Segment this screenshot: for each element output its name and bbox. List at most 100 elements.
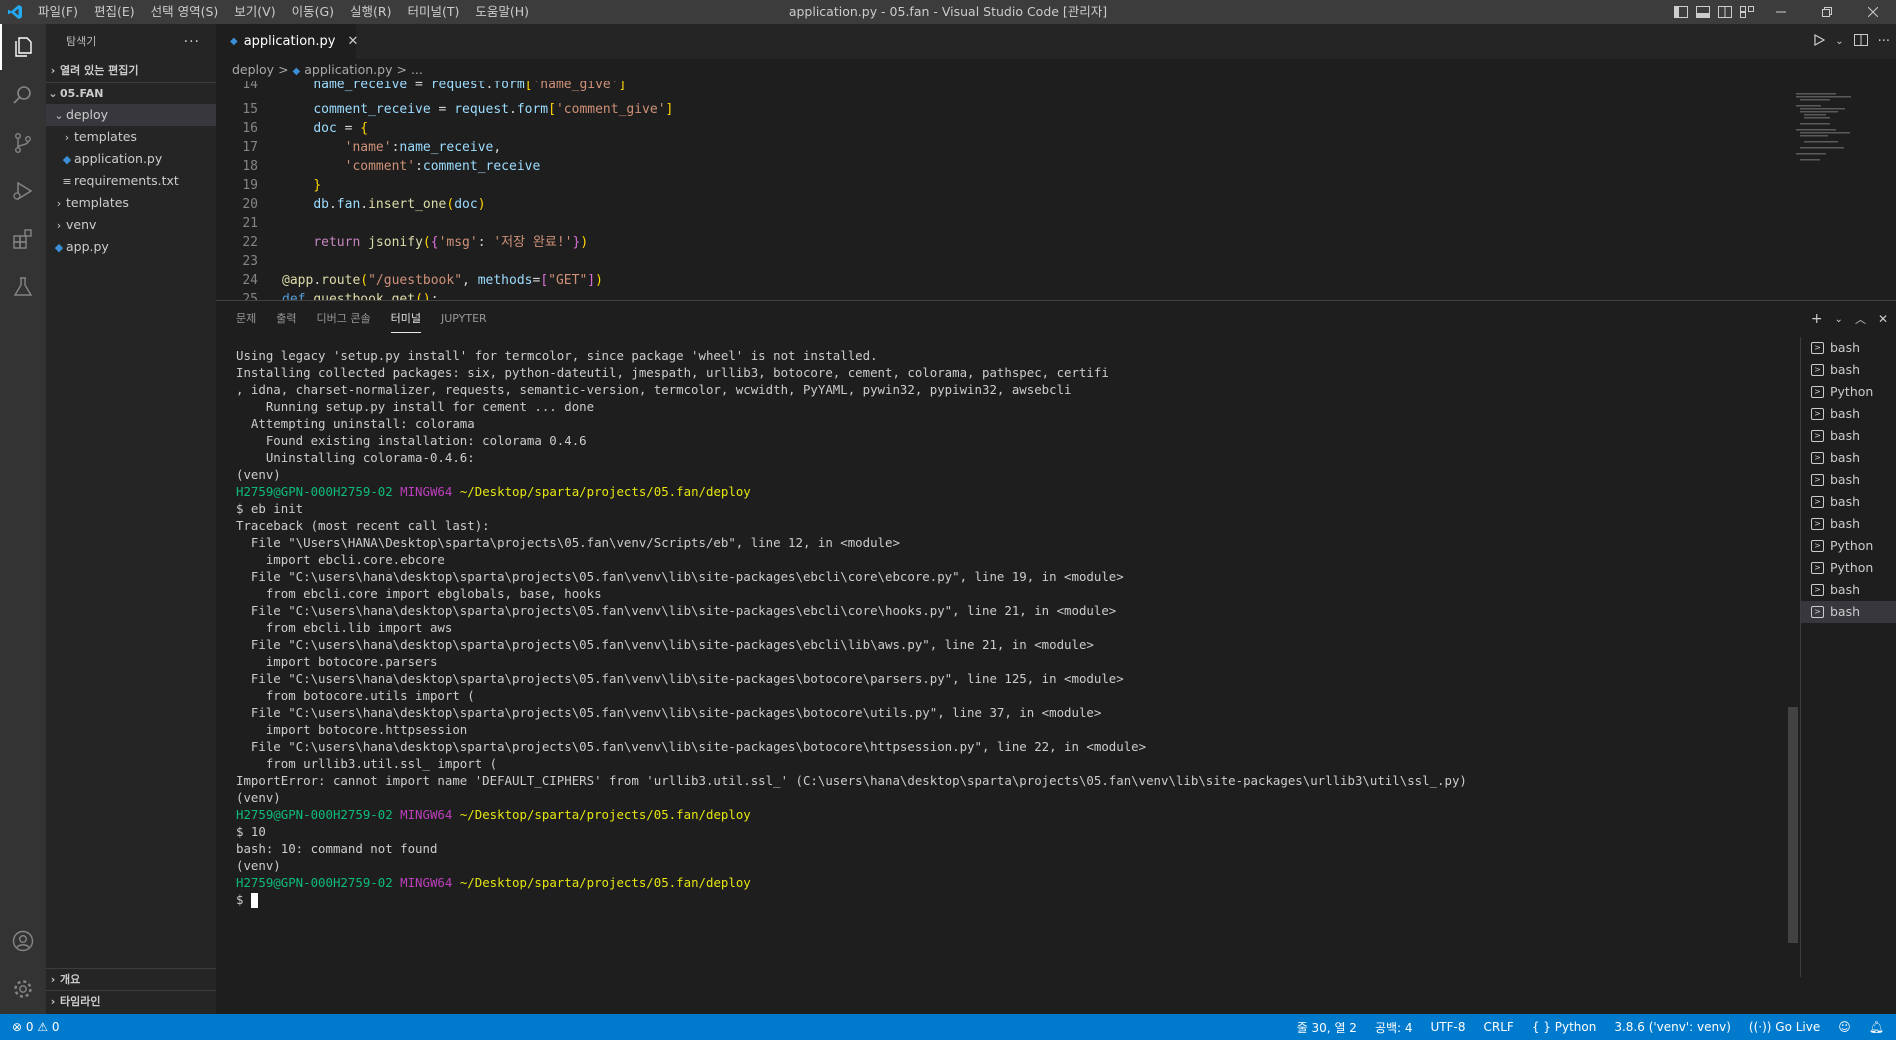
outline-section[interactable]: › 개요 bbox=[46, 968, 216, 991]
python-interpreter-status[interactable]: 3.8.6 ('venv': venv) bbox=[1614, 1020, 1731, 1034]
breadcrumb-folder[interactable]: deploy bbox=[232, 62, 274, 77]
tree-folder-venv[interactable]: › venv bbox=[46, 214, 216, 236]
line-number: 20 bbox=[242, 197, 258, 212]
timeline-section[interactable]: › 타임라인 bbox=[46, 990, 216, 1013]
terminal-item[interactable]: > Python bbox=[1801, 535, 1896, 557]
terminal-input-line[interactable]: $ bbox=[236, 891, 1776, 908]
tree-file-app-py[interactable]: ◆ app.py bbox=[46, 236, 216, 258]
terminal-item[interactable]: > bash bbox=[1801, 579, 1896, 601]
minimap[interactable] bbox=[1786, 81, 1896, 300]
run-python-file-icon[interactable] bbox=[1813, 33, 1826, 50]
broadcast-icon: ((·)) bbox=[1748, 1020, 1772, 1034]
split-editor-icon[interactable] bbox=[1853, 33, 1868, 50]
editor-tabs: ◆ application.py ✕ ⌄ ··· bbox=[216, 24, 1896, 59]
terminal-item[interactable]: > bash bbox=[1801, 359, 1896, 381]
terminal-item[interactable]: > bash bbox=[1801, 513, 1896, 535]
tree-folder-templates-deploy[interactable]: › templates bbox=[46, 126, 216, 148]
account-icon[interactable] bbox=[0, 918, 46, 964]
tab-label: application.py bbox=[243, 34, 336, 49]
chevron-down-icon[interactable]: ⌄ bbox=[1835, 314, 1843, 325]
breadcrumb-file[interactable]: application.py bbox=[304, 62, 392, 77]
go-live-status[interactable]: ((·)) Go Live bbox=[1749, 1020, 1820, 1034]
terminal-prompt: H2759@GPN-000H2759-02 MINGW64 ~/Desktop/… bbox=[236, 483, 1776, 500]
close-panel-icon[interactable]: ✕ bbox=[1878, 312, 1888, 326]
toggle-panel-icon[interactable] bbox=[1692, 0, 1714, 24]
extensions-icon[interactable] bbox=[0, 216, 46, 262]
open-editors-section[interactable]: › 열려 있는 편집기 bbox=[46, 60, 216, 82]
testing-flask-icon[interactable] bbox=[0, 264, 46, 310]
cursor-position-status[interactable]: 줄 30, 열 2 bbox=[1297, 1019, 1357, 1036]
terminal-item-selected[interactable]: > bash bbox=[1801, 601, 1896, 623]
new-terminal-icon[interactable]: + bbox=[1811, 311, 1823, 327]
prompt-path: ~/Desktop/sparta/projects/05.fan/deploy bbox=[459, 875, 751, 890]
close-tab-icon[interactable]: ✕ bbox=[348, 34, 359, 49]
terminal-item[interactable]: > bash bbox=[1801, 491, 1896, 513]
tab-debug-console[interactable]: 디버그 콘솔 bbox=[317, 301, 371, 337]
menu-view[interactable]: 보기(V) bbox=[226, 0, 283, 24]
explorer-icon[interactable] bbox=[0, 24, 46, 70]
terminal-item[interactable]: > bash bbox=[1801, 469, 1896, 491]
restore-icon[interactable] bbox=[1804, 0, 1850, 24]
indentation-status[interactable]: 공백: 4 bbox=[1375, 1019, 1413, 1036]
terminal-item[interactable]: > bash bbox=[1801, 425, 1896, 447]
status-bar: ⊗ 0 ⚠ 0 줄 30, 열 2 공백: 4 UTF-8 CRLF { } P… bbox=[0, 1014, 1896, 1040]
tree-file-application-py[interactable]: ◆ application.py bbox=[46, 148, 216, 170]
tab-terminal[interactable]: 터미널 bbox=[390, 306, 421, 333]
terminal-item[interactable]: > Python bbox=[1801, 557, 1896, 579]
terminal-item[interactable]: > bash bbox=[1801, 447, 1896, 469]
terminal-scrollbar[interactable] bbox=[1788, 707, 1798, 943]
menu-file[interactable]: 파일(F) bbox=[30, 0, 86, 24]
chevron-down-icon[interactable]: ⌄ bbox=[1835, 36, 1843, 47]
tab-application-py[interactable]: ◆ application.py ✕ bbox=[216, 24, 359, 59]
menu-terminal[interactable]: 터미널(T) bbox=[400, 0, 468, 24]
terminal-line: File "C:\users\hana\desktop\sparta\proje… bbox=[236, 739, 1147, 754]
tab-jupyter[interactable]: JUPYTER bbox=[441, 301, 487, 337]
terminal-item[interactable]: > Python bbox=[1801, 381, 1896, 403]
terminal-line: File "C:\users\hana\desktop\sparta\proje… bbox=[236, 705, 1102, 720]
tab-output[interactable]: 출력 bbox=[276, 301, 296, 337]
menu-go[interactable]: 이동(G) bbox=[284, 0, 342, 24]
customize-layout-icon[interactable] bbox=[1736, 0, 1758, 24]
menu-selection[interactable]: 선택 영역(S) bbox=[143, 0, 227, 24]
chevron-right-icon: › bbox=[50, 973, 56, 986]
more-actions-icon[interactable]: ··· bbox=[184, 24, 200, 60]
title-bar: 파일(F) 편집(E) 선택 영역(S) 보기(V) 이동(G) 실행(R) 터… bbox=[0, 0, 1896, 24]
line-number: 19 bbox=[242, 178, 258, 193]
code-editor[interactable]: 14 name_receive = request.form['name_giv… bbox=[216, 81, 1776, 300]
problems-status[interactable]: ⊗ 0 ⚠ 0 bbox=[12, 1020, 60, 1034]
language-mode-status[interactable]: { } Python bbox=[1532, 1020, 1597, 1034]
menu-help[interactable]: 도움말(H) bbox=[467, 0, 537, 24]
search-icon[interactable] bbox=[0, 72, 46, 118]
close-window-icon[interactable] bbox=[1850, 0, 1896, 24]
source-control-icon[interactable] bbox=[0, 120, 46, 166]
tree-folder-templates[interactable]: › templates bbox=[46, 192, 216, 214]
terminal-item[interactable]: > bash bbox=[1801, 337, 1896, 359]
terminal-cursor bbox=[250, 893, 258, 908]
terminal-item-label: bash bbox=[1830, 406, 1861, 421]
chevron-right-icon: › bbox=[64, 131, 70, 144]
menu-run[interactable]: 실행(R) bbox=[342, 0, 399, 24]
eol-status[interactable]: CRLF bbox=[1484, 1020, 1514, 1034]
toggle-secondary-sidebar-icon[interactable] bbox=[1714, 0, 1736, 24]
more-actions-icon[interactable]: ··· bbox=[1878, 34, 1890, 49]
tree-folder-deploy[interactable]: ⌄ deploy bbox=[46, 104, 216, 126]
minimize-icon[interactable] bbox=[1758, 0, 1804, 24]
terminal-output[interactable]: Using legacy 'setup.py install' for term… bbox=[236, 347, 1776, 967]
menu-edit[interactable]: 편집(E) bbox=[86, 0, 143, 24]
toggle-sidebar-icon[interactable] bbox=[1670, 0, 1692, 24]
encoding-status[interactable]: UTF-8 bbox=[1431, 1020, 1466, 1034]
maximize-panel-icon[interactable]: ︿ bbox=[1855, 311, 1866, 327]
run-debug-icon[interactable] bbox=[0, 168, 46, 214]
settings-gear-icon[interactable] bbox=[0, 966, 46, 1012]
workspace-root[interactable]: ⌄ 05.FAN bbox=[46, 82, 216, 104]
code-line: 22 return jsonify({'msg': '저장 완료!'}) bbox=[216, 233, 1776, 252]
terminal-line: File "\Users\HANA\Desktop\sparta\project… bbox=[236, 535, 900, 550]
feedback-icon[interactable]: ☺ bbox=[1838, 1020, 1851, 1034]
outline-label: 개요 bbox=[60, 973, 81, 986]
tree-item-label: deploy bbox=[66, 107, 109, 122]
breadcrumb-symbol[interactable]: ... bbox=[411, 62, 423, 77]
notifications-bell-icon[interactable]: 🔔︎ bbox=[1869, 1020, 1884, 1034]
tab-problems[interactable]: 문제 bbox=[236, 301, 256, 337]
tree-file-requirements[interactable]: ≡ requirements.txt bbox=[46, 170, 216, 192]
terminal-item[interactable]: > bash bbox=[1801, 403, 1896, 425]
